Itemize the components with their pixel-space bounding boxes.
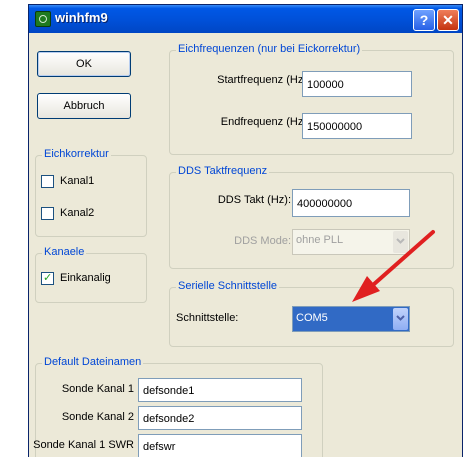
red-arrow-annotation — [352, 230, 435, 302]
